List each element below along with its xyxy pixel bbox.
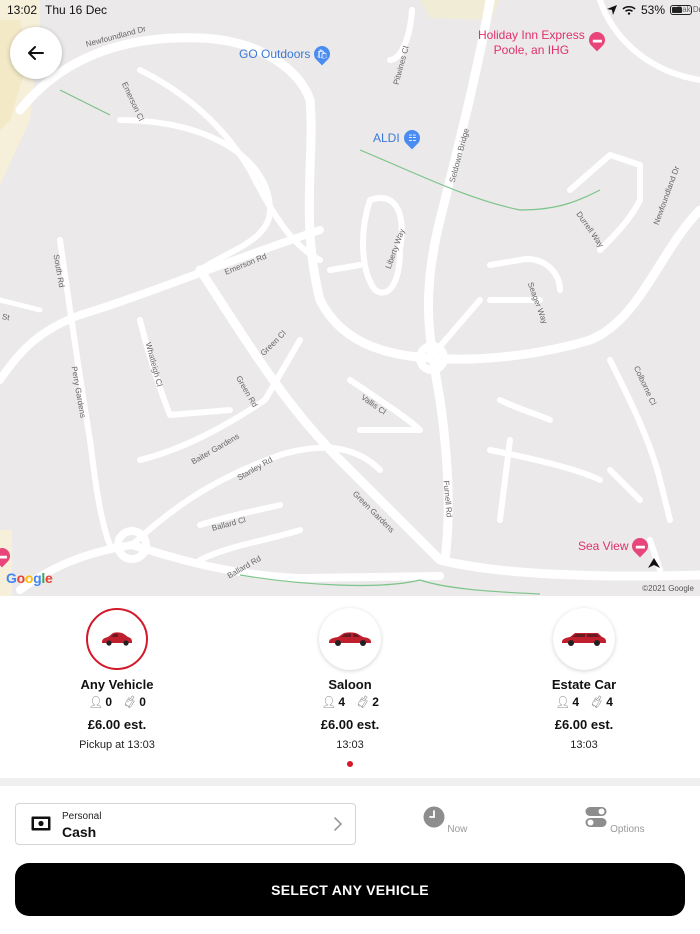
hotel-icon: ▬: [585, 28, 609, 52]
poi-go-outdoors[interactable]: GO Outdoors 🛍︎: [239, 42, 334, 66]
vehicle-pickup-time: 13:03: [336, 739, 364, 751]
luggage-count: 4: [606, 695, 613, 709]
vehicle-name: Estate Car: [551, 677, 617, 692]
vehicle-name: Saloon: [328, 677, 372, 692]
passenger-count: 4: [338, 695, 345, 709]
schedule-now-button[interactable]: Now: [410, 806, 480, 835]
back-button[interactable]: [10, 27, 62, 79]
person-icon: 👤︎: [88, 695, 104, 709]
battery-percent: 53%: [640, 3, 665, 17]
vehicle-price: £6.00 est.: [320, 717, 380, 732]
cash-icon: [31, 816, 51, 831]
poi-label: Holiday Inn Express: [478, 28, 585, 42]
poi-holiday-inn[interactable]: Holiday Inn Express Poole, an IHG ▬: [478, 28, 609, 58]
vehicle-pickup-time: 13:03: [570, 739, 598, 751]
select-vehicle-button[interactable]: SELECT ANY VEHICLE: [15, 863, 685, 916]
payment-method-selector[interactable]: Personal Cash: [15, 803, 356, 845]
luggage-count: 2: [372, 695, 379, 709]
poi-aldi[interactable]: ALDI ☷: [373, 126, 424, 150]
poi-sea-view[interactable]: Sea View ▬: [578, 534, 652, 558]
vehicle-image[interactable]: [553, 608, 615, 670]
poi-label-line2: Poole, an IHG: [493, 43, 570, 57]
vehicle-price: £6.00 est.: [87, 717, 147, 732]
luggage-count: 0: [139, 695, 146, 709]
person-icon: 👤︎: [555, 695, 571, 709]
location-arrow-icon: [648, 558, 660, 568]
vehicle-option-saloon[interactable]: Saloon 👤︎ 4 🧳︎ 2 £6.00 est. 13:03: [250, 608, 450, 751]
shopping-cart-icon: ☷: [400, 126, 424, 150]
vehicle-capacity: 👤︎ 4 🧳︎ 2: [250, 695, 450, 709]
status-time: 13:02: [7, 3, 38, 17]
map-view[interactable]: Newfoundland Dr Emerson Cl Emerson Rd So…: [0, 0, 700, 596]
options-button[interactable]: Options: [580, 806, 650, 835]
vehicle-capacity: 👤︎ 0 🧳︎ 0: [17, 695, 217, 709]
hotel-icon: ▬: [629, 534, 652, 558]
vehicle-name: Any Vehicle: [80, 677, 154, 692]
section-divider: [0, 778, 700, 786]
map-roads: [0, 0, 700, 596]
passenger-count: 0: [105, 695, 112, 709]
vehicle-selector: Any Vehicle 👤︎ 0 🧳︎ 0 £6.00 est. Pickup …: [0, 596, 700, 778]
payment-account-label: Personal: [62, 811, 102, 822]
clock-icon: [423, 806, 445, 828]
shopping-bag-icon: 🛍︎: [311, 42, 334, 66]
toggle-options-icon: [585, 807, 607, 827]
map-copyright: ©2021 Google: [642, 584, 694, 593]
luggage-icon: 🧳︎: [589, 695, 605, 709]
arrow-left-icon: [28, 46, 44, 60]
passenger-count: 4: [572, 695, 579, 709]
luggage-icon: 🧳︎: [122, 695, 138, 709]
payment-method-value: Cash: [62, 824, 97, 840]
vehicle-price: £6.00 est.: [554, 717, 614, 732]
vehicle-image[interactable]: [86, 608, 148, 670]
location-services-icon: [606, 5, 617, 15]
vehicle-option-any[interactable]: Any Vehicle 👤︎ 0 🧳︎ 0 £6.00 est. Pickup …: [17, 608, 217, 751]
status-bar: 13:02 Thu 16 Dec 53%: [0, 0, 700, 20]
car-icon: [102, 632, 132, 646]
google-logo: Google: [6, 570, 53, 586]
status-date: Thu 16 Dec: [45, 3, 108, 17]
person-icon: 👤︎: [321, 695, 337, 709]
vehicle-pickup-time: Pickup at 13:03: [79, 739, 155, 751]
car-icon: [562, 633, 606, 646]
poi-label: Sea View: [578, 539, 629, 553]
poi-label: GO Outdoors: [239, 47, 311, 61]
vehicle-capacity: 👤︎ 4 🧳︎ 4: [484, 695, 684, 709]
options-label: Options: [610, 824, 645, 835]
car-icon: [329, 632, 371, 646]
street-label: St: [1, 312, 11, 323]
vehicle-image[interactable]: [319, 608, 381, 670]
poi-label: ALDI: [373, 131, 400, 145]
vehicle-option-estate[interactable]: Estate Car 👤︎ 4 🧳︎ 4 £6.00 est. 13:03: [484, 608, 684, 751]
battery-icon: [670, 5, 692, 15]
chevron-right-icon: [334, 817, 343, 831]
luggage-icon: 🧳︎: [355, 695, 371, 709]
schedule-now-label: Now: [447, 824, 468, 835]
wifi-icon: [622, 5, 636, 15]
page-indicator-dot: [347, 761, 353, 767]
